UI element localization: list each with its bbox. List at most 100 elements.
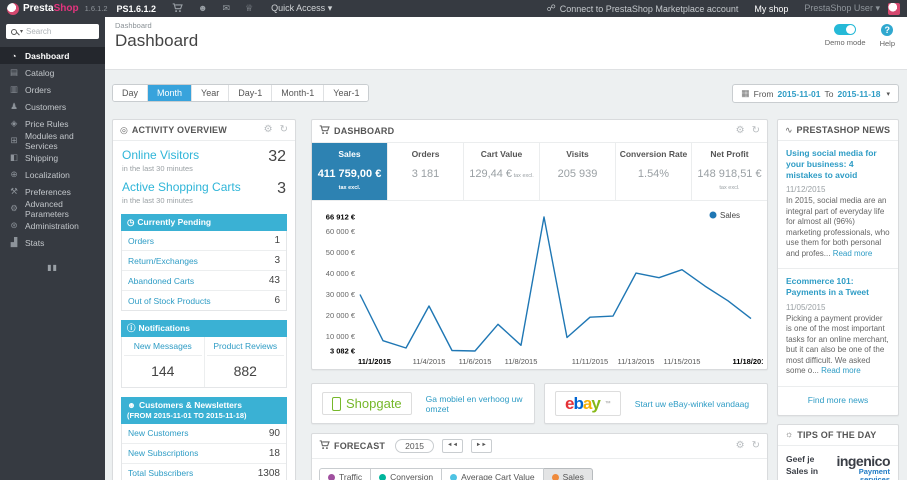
- search-scope-caret-icon[interactable]: ▾: [20, 28, 23, 35]
- prestashop-logo[interactable]: PrestaShop 1.6.1.2: [7, 2, 108, 15]
- sidebar-item-catalog[interactable]: ▤ Catalog: [0, 64, 105, 81]
- out-of-stock-products-link[interactable]: Out of Stock Products: [128, 296, 211, 306]
- active-carts-link[interactable]: Active Shopping Carts: [122, 180, 241, 194]
- ebay-logo[interactable]: ebay ™: [555, 391, 621, 416]
- main-area: Dashboard Dashboard Demo mode ? Help Day…: [105, 17, 907, 480]
- sidebar-item-dashboard[interactable]: ◔ Dashboard: [0, 47, 105, 64]
- range-button-year-1[interactable]: Year-1: [324, 85, 369, 101]
- user-avatar[interactable]: [888, 2, 900, 15]
- active-carts-stat: Active Shopping Carts in the last 30 min…: [122, 180, 286, 205]
- forecast-metric-buttons: Traffic Conversion Average Cart Value Sales: [312, 459, 767, 480]
- kpi-tab-cart-value[interactable]: Cart Value 129,44 € tax excl.: [464, 143, 540, 200]
- forecast-prev-button[interactable]: ◄◄: [442, 439, 463, 453]
- abandoned-carts-link[interactable]: Abandoned Carts: [128, 276, 194, 286]
- activity-icon: ◎: [120, 124, 128, 135]
- range-button-day-1[interactable]: Day-1: [229, 85, 273, 101]
- sidebar-item-administration[interactable]: ⊛ Administration: [0, 217, 105, 234]
- prestashop-logo-icon: [7, 2, 19, 15]
- user-menu[interactable]: PrestaShop User ▾: [804, 3, 880, 14]
- product-reviews-link[interactable]: Product Reviews: [206, 341, 284, 357]
- kpi-tab-orders[interactable]: Orders 3 181: [388, 143, 464, 200]
- badges-trophy-icon[interactable]: ♕: [245, 4, 253, 13]
- new-messages-link[interactable]: New Messages: [124, 341, 202, 357]
- sidebar-item-label: Orders: [25, 84, 51, 95]
- quick-access-menu[interactable]: Quick Access ▾: [271, 3, 332, 14]
- customers-icon: ♟: [10, 101, 18, 111]
- read-more-link[interactable]: Read more: [833, 249, 873, 258]
- forecast-metric-traffic[interactable]: Traffic: [319, 468, 372, 480]
- news-item-title[interactable]: Ecommerce 101: Payments in a Tweet: [786, 276, 890, 298]
- svg-text:40 000 €: 40 000 €: [326, 269, 356, 278]
- caret-down-icon: ▾: [875, 3, 880, 13]
- news-item-title[interactable]: Using social media for your business: 4 …: [786, 148, 890, 181]
- shopgate-promo-panel: Shopgate Ga mobiel en verhoog uw omzet: [311, 383, 535, 424]
- online-visitors-link[interactable]: Online Visitors: [122, 148, 199, 162]
- preferences-icon: ⚒: [10, 186, 18, 196]
- range-button-day[interactable]: Day: [113, 85, 149, 101]
- sidebar-item-price-rules[interactable]: ◈ Price Rules: [0, 115, 105, 132]
- chart-legend[interactable]: Sales: [709, 211, 741, 220]
- cart-icon: [319, 440, 330, 452]
- collapse-menu-button[interactable]: ▮▮: [0, 263, 105, 272]
- page-header: Dashboard Dashboard Demo mode ? Help: [105, 17, 907, 70]
- svg-text:11/4/2015: 11/4/2015: [413, 357, 446, 366]
- forecast-metric-conversion[interactable]: Conversion: [371, 468, 443, 480]
- kpi-tab-visits[interactable]: Visits 205 939: [540, 143, 616, 200]
- sidebar-item-shipping[interactable]: ◧ Shipping: [0, 149, 105, 166]
- forecast-metric-sales[interactable]: Sales: [543, 468, 593, 480]
- date-range-button-group: Day Month Year Day-1 Month-1 Year-1: [112, 84, 370, 102]
- kpi-tab-conversion-rate[interactable]: Conversion Rate 1.54%: [616, 143, 692, 200]
- return-exchanges-link[interactable]: Return/Exchanges: [128, 256, 198, 266]
- help-icon[interactable]: ?: [881, 24, 894, 36]
- demo-mode-toggle[interactable]: [834, 24, 857, 35]
- sidebar-item-stats[interactable]: ▟ Stats: [0, 234, 105, 251]
- ebay-link[interactable]: Start uw eBay-winkel vandaag: [635, 399, 749, 409]
- kpi-label: Sales: [338, 149, 361, 159]
- sidebar-item-label: Localization: [25, 169, 70, 180]
- sidebar-item-preferences[interactable]: ⚒ Preferences: [0, 183, 105, 200]
- orders-link[interactable]: Orders: [128, 236, 154, 246]
- shopgate-link[interactable]: Ga mobiel en verhoog uw omzet: [426, 394, 524, 414]
- kpi-tab-net-profit[interactable]: Net Profit 148 918,51 € tax excl.: [692, 143, 767, 200]
- kpi-label: Visits: [566, 149, 589, 159]
- sidebar-item-label: Dashboard: [25, 50, 70, 61]
- range-button-month-1[interactable]: Month-1: [272, 85, 325, 101]
- refresh-icon[interactable]: ↻: [280, 125, 288, 135]
- sidebar-item-advanced-parameters[interactable]: ⚙ Advanced Parameters: [0, 199, 105, 219]
- range-button-month[interactable]: Month: [148, 85, 193, 101]
- activity-overview-panel: ◎ ACTIVITY OVERVIEW ⚙ ↻ Online Visitors …: [112, 119, 296, 480]
- find-more-news-link[interactable]: Find more news: [778, 387, 898, 415]
- my-shop-link[interactable]: My shop: [754, 4, 788, 14]
- svg-text:10 000 €: 10 000 €: [326, 332, 356, 341]
- shopgate-logo[interactable]: Shopgate: [322, 392, 412, 415]
- sidebar-item-customers[interactable]: ♟ Customers: [0, 98, 105, 115]
- kpi-tab-sales[interactable]: Sales 411 759,00 € tax excl.: [312, 143, 388, 200]
- forecast-metric-average-cart-value[interactable]: Average Cart Value: [442, 468, 544, 480]
- gear-icon[interactable]: ⚙: [736, 441, 745, 451]
- new-subscriptions-link[interactable]: New Subscriptions: [128, 448, 198, 458]
- forecast-next-button[interactable]: ►►: [470, 439, 492, 453]
- date-range-picker[interactable]: ▦ From 2015-11-01 To 2015-11-18 ▾: [732, 84, 899, 103]
- search-icon[interactable]: [11, 28, 17, 35]
- new-customers-link[interactable]: New Customers: [128, 428, 188, 438]
- sidebar-item-orders[interactable]: ▥ Orders: [0, 81, 105, 98]
- total-subscribers-link[interactable]: Total Subscribers: [128, 468, 193, 478]
- gear-icon[interactable]: ⚙: [736, 126, 745, 136]
- ingenico-logo[interactable]: ingenico Payment services: [836, 454, 890, 480]
- read-more-link[interactable]: Read more: [821, 366, 861, 375]
- range-button-year[interactable]: Year: [192, 85, 230, 101]
- refresh-icon[interactable]: ↻: [752, 441, 760, 451]
- marketplace-link[interactable]: ☍ Connect to PrestaShop Marketplace accou…: [547, 3, 739, 14]
- sidebar-item-modules-and-services[interactable]: ⊞ Modules and Services: [0, 131, 105, 151]
- refresh-icon[interactable]: ↻: [752, 126, 760, 136]
- breadcrumb[interactable]: Dashboard: [115, 21, 897, 30]
- sidebar-item-localization[interactable]: ⊕ Localization: [0, 166, 105, 183]
- search-input[interactable]: [26, 27, 94, 36]
- conversion-dot-icon: [379, 473, 387, 480]
- gear-icon[interactable]: ⚙: [264, 125, 273, 135]
- demo-mode-label: Demo mode: [824, 38, 866, 47]
- customers-person-icon[interactable]: ☻: [198, 4, 207, 13]
- messages-envelope-icon[interactable]: ✉: [223, 4, 231, 13]
- orders-cart-icon[interactable]: [172, 2, 183, 15]
- clock-icon: ◷: [127, 217, 135, 227]
